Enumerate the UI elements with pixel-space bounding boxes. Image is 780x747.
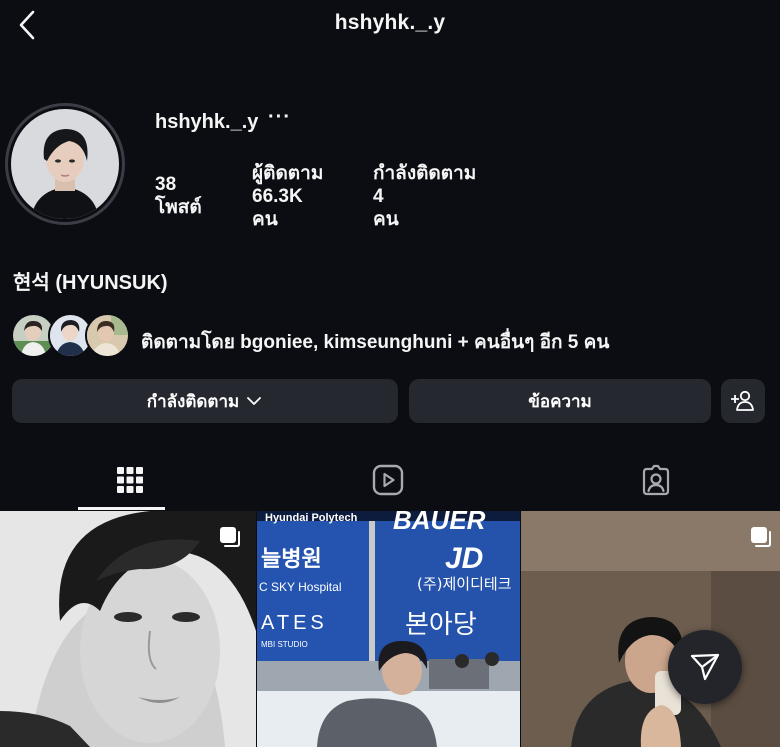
- sign-text: (주)제이디테크: [417, 575, 512, 593]
- add-person-icon: [731, 390, 754, 411]
- page-title: hshyhk._.y: [334, 11, 446, 34]
- more-options-button[interactable]: ···: [268, 106, 291, 129]
- posts-label: โพสต์: [155, 197, 202, 218]
- sign-text: JD: [445, 542, 483, 575]
- following-button[interactable]: กำลังติดตาม: [12, 379, 398, 423]
- following-count: 4: [373, 186, 384, 207]
- message-button[interactable]: ข้อความ: [409, 379, 711, 423]
- multiple-photos-icon: [220, 527, 240, 547]
- followers-count: 66.3K: [252, 186, 303, 207]
- tab-posts-grid[interactable]: [0, 450, 260, 510]
- posts-grid: Hyundai Polytech 늘병원 C SKY Hospital BAUE…: [0, 511, 780, 747]
- post-tile[interactable]: [520, 511, 780, 747]
- profile-username: hshyhk._.y: [155, 111, 259, 133]
- stat-followers[interactable]: ผู้ติดตาม 66.3K คน: [252, 162, 323, 231]
- sign-text: 본아당: [405, 610, 477, 640]
- top-bar: hshyhk._.y: [0, 0, 780, 50]
- stat-posts[interactable]: 38 โพสต์: [155, 173, 202, 219]
- post-tile[interactable]: [0, 511, 256, 747]
- avatar[interactable]: [11, 109, 119, 219]
- mutual-followers-avatars[interactable]: [11, 313, 131, 359]
- sign-text: ATES: [261, 612, 328, 634]
- stat-following[interactable]: กำลังติดตาม 4 คน: [373, 162, 476, 231]
- following-button-label: กำลังติดตาม: [146, 391, 240, 411]
- tab-tagged[interactable]: [526, 450, 780, 510]
- grid-icon: [117, 467, 143, 493]
- sign-text: Hyundai Polytech: [265, 512, 358, 524]
- mutual-avatar: [85, 313, 130, 358]
- message-button-label: ข้อความ: [528, 391, 592, 411]
- sign-text: C SKY Hospital: [259, 580, 341, 594]
- content-tabs: [0, 450, 780, 510]
- send-message-fab[interactable]: [668, 630, 742, 704]
- suggest-people-button[interactable]: [721, 379, 765, 423]
- paper-plane-icon: [690, 653, 720, 681]
- following-label: กำลังติดตาม: [373, 163, 477, 184]
- display-name: 현석 (HYUNSUK): [13, 272, 168, 294]
- multiple-photos-icon: [751, 527, 771, 547]
- reels-icon: [372, 464, 404, 496]
- followers-unit: คน: [252, 209, 278, 230]
- sign-text: 늘병원: [261, 547, 322, 572]
- tagged-icon: [642, 464, 670, 496]
- chevron-down-icon: [247, 397, 262, 405]
- sign-text: MBI STUDIO: [261, 640, 308, 649]
- posts-count: 38: [155, 174, 177, 195]
- tab-reels[interactable]: [258, 450, 518, 510]
- post-tile[interactable]: Hyundai Polytech 늘병원 C SKY Hospital BAUE…: [256, 511, 520, 747]
- sign-text: BAUER: [393, 511, 486, 535]
- mutual-followers-text[interactable]: ติดตามโดย bgoniee, kimseunghuni + คนอื่น…: [141, 327, 609, 357]
- followers-label: ผู้ติดตาม: [252, 163, 324, 184]
- following-unit: คน: [373, 209, 399, 230]
- active-tab-indicator: [78, 507, 165, 510]
